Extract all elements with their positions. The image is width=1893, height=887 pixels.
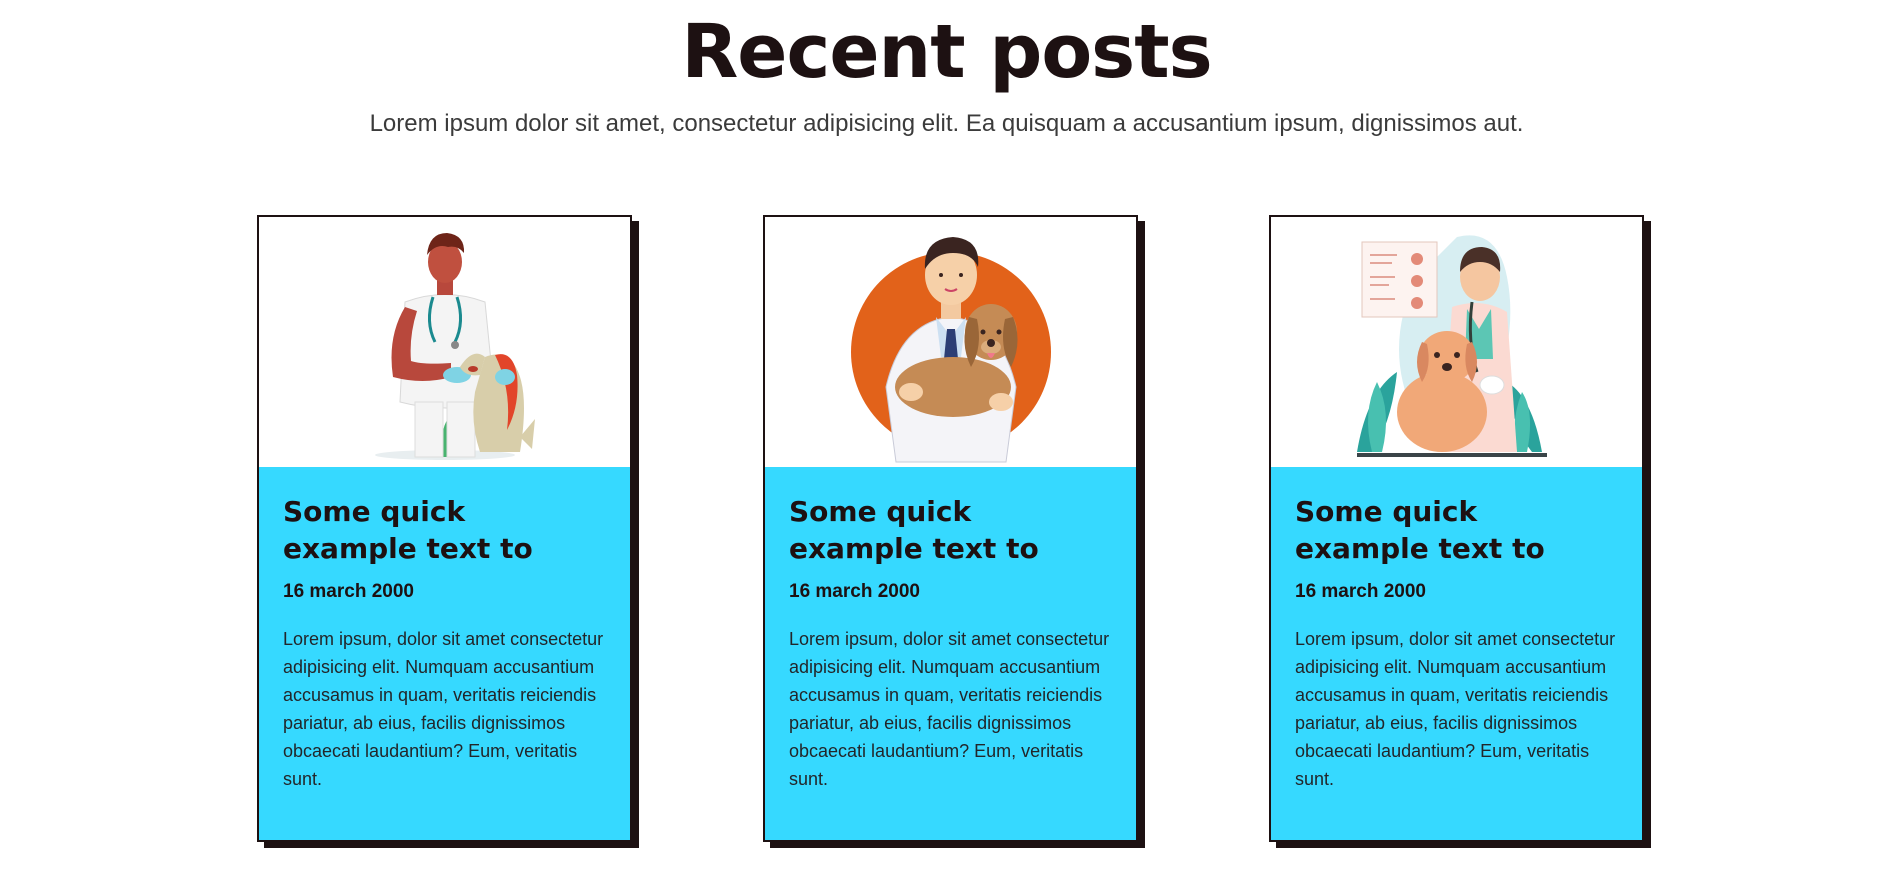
card-text: Lorem ipsum, dolor sit amet consectetur … [283, 629, 604, 789]
section-title: Recent posts [681, 9, 1212, 95]
vet-with-dog-illustration [374, 233, 535, 460]
vet-examining-dog-illustration [1356, 235, 1547, 457]
card-image-vet-with-dog [259, 217, 630, 467]
card-image-doctor-holding-dog [765, 217, 1136, 467]
card-date: 16 march 2000 [789, 581, 920, 602]
card-image-vet-examining-dog [1271, 217, 1642, 467]
card-body: Some quick example text to build on the … [765, 467, 1136, 793]
card-date: 16 march 2000 [1295, 581, 1426, 602]
card-body: Some quick example text to build on the … [1271, 467, 1642, 793]
card-text: Lorem ipsum, dolor sit amet consectetur … [789, 629, 1110, 789]
card-title[interactable]: Some quick example text to build on the [283, 493, 606, 567]
cards-row: Some quick example text to build on the … [0, 215, 1893, 855]
card-text: Lorem ipsum, dolor sit amet consectetur … [1295, 629, 1616, 789]
post-card-1[interactable]: Some quick example text to build on the … [257, 215, 632, 842]
post-card-3[interactable]: Some quick example text to build on the … [1269, 215, 1644, 842]
doctor-holding-dog-illustration [850, 237, 1051, 463]
card-date: 16 march 2000 [283, 581, 414, 602]
section-subtitle: Lorem ipsum dolor sit amet, consectetur … [369, 110, 1524, 137]
card-title[interactable]: Some quick example text to build on the [1295, 493, 1618, 567]
post-card-2[interactable]: Some quick example text to build on the … [763, 215, 1138, 842]
card-title[interactable]: Some quick example text to build on the [789, 493, 1112, 567]
recent-posts-section: Recent posts Lorem ipsum dolor sit amet,… [0, 0, 1893, 887]
card-body: Some quick example text to build on the … [259, 467, 630, 793]
